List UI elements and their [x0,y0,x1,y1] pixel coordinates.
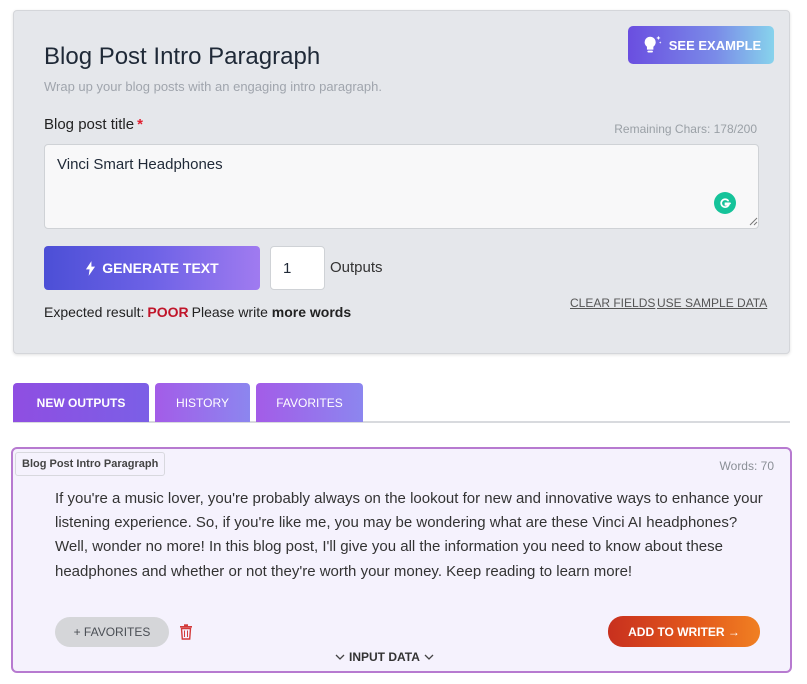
outputs-label: Outputs [330,259,383,276]
tool-card: Blog Post Intro Paragraph Wrap up your b… [13,10,790,354]
trash-icon[interactable] [179,624,193,640]
expected-result: Expected result: POOR Please write more wo… [44,304,352,320]
tab-favorites[interactable]: FAVORITES [256,383,363,422]
input-data-label: INPUT DATA [349,650,420,664]
output-tool-tag: Blog Post Intro Paragraph [15,452,166,476]
see-example-label: SEE EXAMPLE [668,37,762,53]
output-card: Blog Post Intro Paragraph Words: 70 If y… [11,447,792,673]
word-count: Words: 70 [719,459,774,473]
output-text[interactable]: If you're a music lover, you're probably… [55,487,765,584]
lightning-icon [86,260,96,276]
required-mark: * [137,116,143,133]
chevron-down-icon [424,654,434,660]
tab-new-outputs[interactable]: NEW OUTPUTS [13,383,149,422]
blog-title-input[interactable]: Vinci Smart Headphones [44,144,759,229]
see-example-button[interactable]: SEE EXAMPLE [628,26,774,64]
generate-text-button[interactable]: GENERATE TEXT [44,246,260,290]
use-sample-data-link[interactable]: USE SAMPLE DATA [657,296,767,310]
clear-fields-link[interactable]: CLEAR FIELDS [570,296,655,310]
resize-handle-icon[interactable] [748,216,758,226]
blog-title-label: Blog post title * [44,116,143,133]
generate-text-label: GENERATE TEXT [102,260,219,276]
tab-history[interactable]: HISTORY [155,383,250,422]
output-tabs: NEW OUTPUTS HISTORY FAVORITES [13,383,790,423]
expected-rating: POOR [147,304,189,320]
remaining-chars: Remaining Chars: 178/200 [614,122,757,136]
add-favorites-button[interactable]: + FAVORITES [55,617,169,647]
input-data-toggle[interactable]: INPUT DATA [335,650,434,664]
add-to-writer-button[interactable]: ADD TO WRITER → [608,616,760,647]
grammarly-icon[interactable] [714,192,736,214]
page-subtitle: Wrap up your blog posts with an engaging… [44,79,382,94]
page-title: Blog Post Intro Paragraph [44,43,321,70]
outputs-count-input[interactable]: 1 [270,246,325,290]
lightbulb-icon [644,35,662,53]
chevron-down-icon [335,654,345,660]
